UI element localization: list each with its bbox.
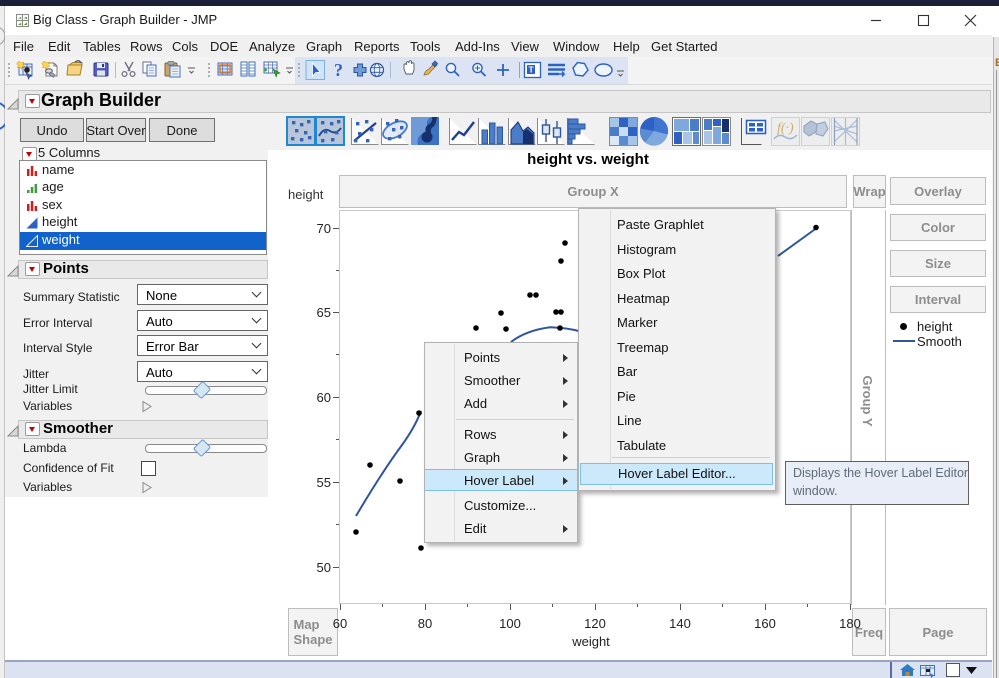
svg-text:140: 140 bbox=[669, 616, 691, 631]
svg-text:100: 100 bbox=[499, 616, 521, 631]
svg-text:60: 60 bbox=[317, 390, 331, 405]
svg-text:120: 120 bbox=[584, 616, 606, 631]
svg-text:80: 80 bbox=[418, 616, 432, 631]
svg-text:70: 70 bbox=[317, 221, 331, 236]
svg-text:180: 180 bbox=[839, 616, 861, 631]
svg-text:60: 60 bbox=[333, 616, 347, 631]
svg-text:55: 55 bbox=[317, 475, 331, 490]
svg-text:65: 65 bbox=[317, 305, 331, 320]
svg-text:weight: weight bbox=[571, 634, 610, 649]
svg-text:50: 50 bbox=[317, 560, 331, 575]
svg-text:160: 160 bbox=[754, 616, 776, 631]
